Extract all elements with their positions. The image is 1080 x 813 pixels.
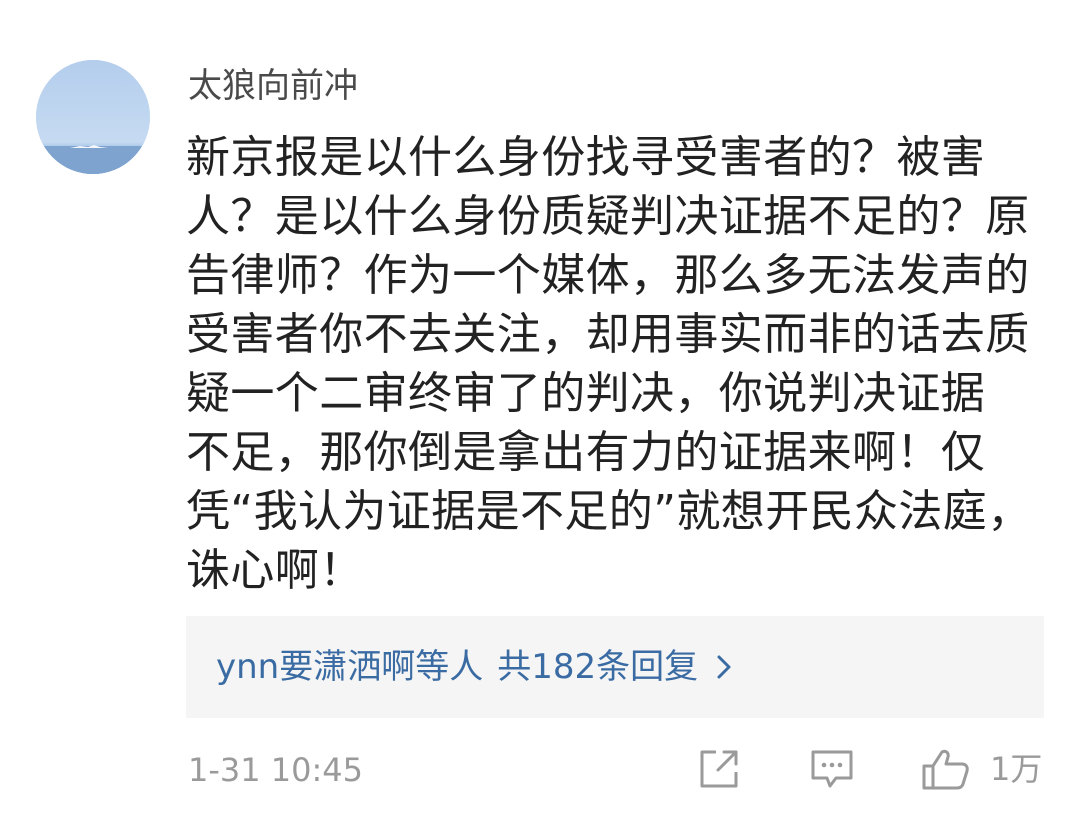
comment-line: 受害者你不去关注，却用事实而非的话去质 bbox=[186, 309, 1030, 360]
comment-line: 人？是以什么身份质疑判决证据不足的？原 bbox=[186, 191, 1030, 242]
comment-timestamp: 1-31 10:45 bbox=[188, 751, 364, 789]
comment-icon bbox=[811, 750, 853, 788]
replies-summary[interactable]: ynn要潇洒啊等人 共182条回复 bbox=[216, 642, 732, 694]
reply-user-link[interactable]: ynn要潇洒啊 bbox=[216, 647, 415, 687]
comment-line: 不足，那你倒是拿出有力的证据来啊！仅 bbox=[186, 427, 986, 478]
like-button[interactable]: 1万 bbox=[920, 746, 1050, 792]
comment-line: 凭“我认为证据是不足的”就想开民众法庭， bbox=[186, 486, 1032, 537]
comment-line: 告律师？作为一个媒体，那么多无法发声的 bbox=[186, 250, 1030, 301]
share-button[interactable] bbox=[696, 746, 742, 792]
comment-body: 新京报是以什么身份找寻受害者的？被害 人？是以什么身份质疑判决证据不足的？原 告… bbox=[186, 128, 1066, 600]
share-icon bbox=[700, 750, 738, 788]
comment-line: 疑一个二审终审了的判决，你说判决证据 bbox=[186, 368, 986, 419]
comment-card: 太狼向前冲 新京报是以什么身份找寻受害者的？被害 人？是以什么身份质疑判决证据不… bbox=[0, 0, 1080, 813]
comment-line: 诛心啊！ bbox=[186, 545, 364, 596]
chevron-right-icon[interactable] bbox=[716, 644, 732, 694]
avatar[interactable] bbox=[36, 60, 150, 174]
thumbs-up-icon bbox=[922, 749, 969, 790]
avatar-image bbox=[36, 60, 150, 174]
reply-button[interactable] bbox=[808, 746, 856, 792]
comment-line: 新京报是以什么身份找寻受害者的？被害 bbox=[186, 132, 986, 183]
reply-count-link[interactable]: 共182条回复 bbox=[497, 647, 698, 687]
like-count: 1万 bbox=[990, 750, 1043, 788]
reply-others-label: 等人 bbox=[415, 647, 484, 687]
username[interactable]: 太狼向前冲 bbox=[188, 64, 358, 108]
replies-panel[interactable]: ynn要潇洒啊等人 共182条回复 bbox=[186, 616, 1044, 718]
